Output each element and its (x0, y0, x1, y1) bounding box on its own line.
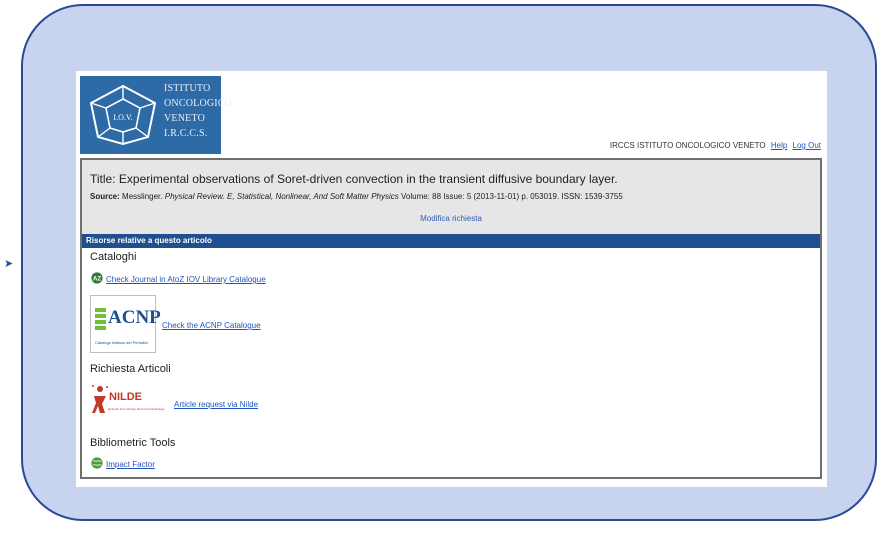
logout-link[interactable]: Log Out (793, 141, 821, 150)
modify-request-link[interactable]: Modifica richiesta (82, 214, 820, 223)
acnp-logo-text: ACNP (108, 307, 161, 328)
source-details: Volume: 88 Issue: 5 (2013-11-01) p. 0530… (401, 192, 623, 201)
source-label: Source: (90, 192, 120, 201)
acnp-catalogue-link[interactable]: Check the ACNP Catalogue (162, 321, 261, 330)
logo-line: ONCOLOGICO (164, 98, 233, 109)
arrow-bullet-icon: ➤ (4, 258, 14, 270)
header-links: IRCCS ISTITUTO ONCOLOGICO VENETO Help Lo… (610, 141, 821, 150)
atoz-catalogue-link[interactable]: Check Journal in AtoZ IOV Library Catalo… (106, 275, 266, 284)
resources-bar: Risorse relative a questo articolo (82, 234, 820, 248)
acnp-stripes-icon (95, 308, 106, 330)
nilde-logo[interactable]: NILDE Network Inter-Library Document Exc… (91, 382, 169, 416)
requests-heading: Richiesta Articoli (90, 363, 171, 375)
bibliometric-heading: Bibliometric Tools (90, 437, 176, 449)
iov-logo[interactable]: I.O.V. ISTITUTO ONCOLOGICO VENETO I.R.C.… (80, 76, 232, 154)
logo-line: I.R.C.C.S. (164, 128, 208, 139)
org-name: IRCCS ISTITUTO ONCOLOGICO VENETO (609, 141, 766, 150)
logo-text: ISTITUTO ONCOLOGICO VENETO I.R.C.C.S. (164, 81, 232, 141)
globe-icon[interactable] (91, 457, 103, 469)
nilde-figure-icon (92, 385, 108, 413)
acnp-logo-subtitle: Catalogo Italiano dei Periodici (95, 340, 148, 345)
acnp-logo[interactable]: ACNP Catalogo Italiano dei Periodici (90, 295, 161, 353)
atoz-icon-text: AZ (93, 276, 101, 282)
source-author: Messlinger. (122, 192, 163, 201)
emblem-text: I.O.V. (113, 113, 132, 122)
article-source: Source: Messlinger. Physical Review. E, … (90, 192, 623, 201)
content-panel: Title: Experimental observations of Sore… (80, 158, 822, 479)
help-link[interactable]: Help (771, 141, 787, 150)
logo-line: VENETO (164, 113, 206, 124)
catalogs-heading: Cataloghi (90, 251, 137, 263)
title-text: Experimental observations of Soret-drive… (118, 172, 618, 186)
page-screenshot: I.O.V. ISTITUTO ONCOLOGICO VENETO I.R.C.… (76, 71, 827, 487)
nilde-request-link[interactable]: Article request via Nilde (174, 400, 258, 409)
source-journal: Physical Review. E, Statistical, Nonline… (164, 192, 399, 201)
atoz-icon[interactable]: AZ (91, 272, 103, 284)
nilde-logo-text: NILDE (109, 391, 142, 403)
impact-factor-link[interactable]: Impact Factor (106, 460, 155, 469)
logo-line: ISTITUTO (164, 83, 211, 94)
nilde-logo-subtitle: Network Inter-Library Document Exchange (108, 407, 165, 411)
citation-box: Title: Experimental observations of Sore… (82, 160, 820, 234)
page-header: I.O.V. ISTITUTO ONCOLOGICO VENETO I.R.C.… (76, 71, 827, 157)
iov-emblem-icon: I.O.V. (89, 84, 157, 146)
title-label: Title: (90, 172, 116, 186)
article-title: Title: Experimental observations of Sore… (90, 172, 618, 186)
